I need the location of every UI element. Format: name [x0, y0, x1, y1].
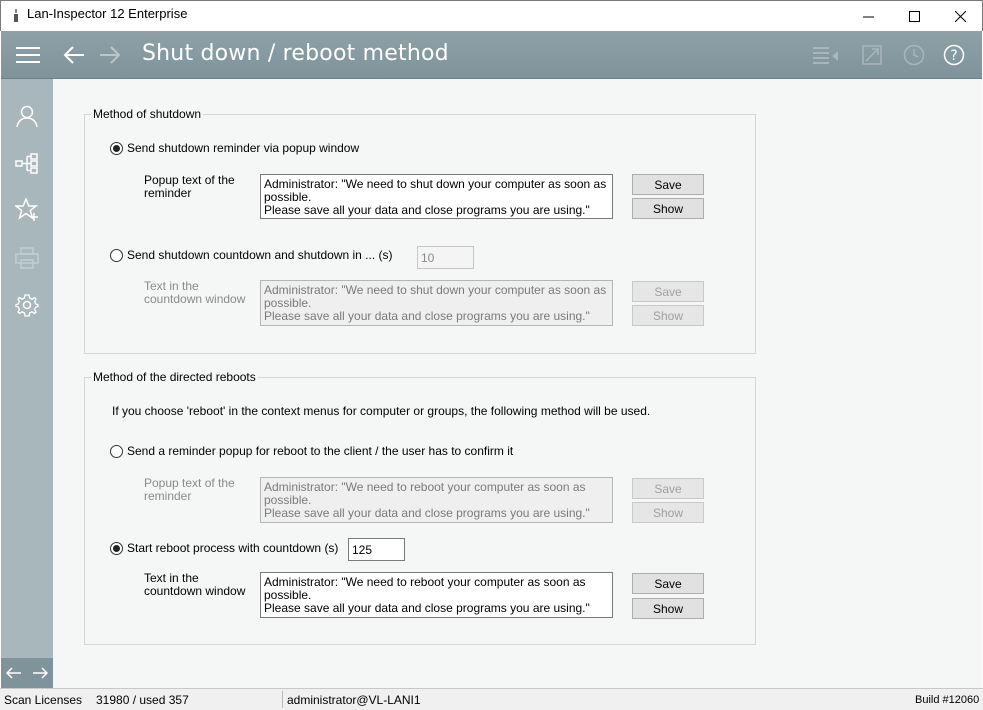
reboot-countdown-option[interactable]: Start reboot process with countdown (s) [110, 541, 338, 555]
menu-button[interactable] [15, 42, 41, 68]
minimize-icon [862, 16, 874, 17]
shutdown-popup-option[interactable]: Send shutdown reminder via popup window [110, 141, 359, 155]
export-icon [862, 45, 882, 65]
shutdown-countdown-option[interactable]: Send shutdown countdown and shutdown in … [110, 248, 393, 262]
list-view-button[interactable] [813, 42, 839, 68]
help-icon: ? [943, 44, 965, 66]
history-icon [903, 44, 925, 66]
current-user: administrator@VL-LANI1 [287, 693, 421, 707]
sidebar-item-favorites[interactable] [14, 197, 40, 223]
shutdown-popup-text-field[interactable]: Administrator: "We need to shut down you… [260, 174, 613, 219]
sidebar-item-settings[interactable] [14, 292, 40, 318]
gear-icon [15, 294, 39, 317]
licenses-value: 31980 / used 357 [96, 693, 189, 707]
menu-icon [16, 47, 40, 63]
forward-arrow-icon [100, 46, 121, 64]
reboot-info-text: If you choose 'reboot' in the context me… [112, 404, 651, 418]
history-button[interactable] [901, 42, 927, 68]
close-button[interactable] [937, 1, 983, 31]
sidebar-nav-bar [1, 658, 53, 688]
shutdown-countdown-seconds-input[interactable]: 10 [417, 246, 474, 269]
sidebar-item-print[interactable] [14, 245, 40, 271]
group-title: Method of the directed reboots [91, 370, 258, 384]
forward-button[interactable] [97, 42, 123, 68]
close-icon [954, 10, 966, 22]
printer-icon [15, 247, 39, 269]
popup-text-label: Popup text of the reminder [144, 476, 235, 503]
option-label: Send shutdown reminder via popup window [127, 141, 360, 155]
svg-text:?: ? [950, 48, 957, 64]
option-label: Start reboot process with countdown (s) [127, 541, 339, 555]
countdown-text-label: Text in the countdown window [144, 571, 246, 598]
back-arrow-icon[interactable] [6, 667, 22, 679]
export-button[interactable] [859, 42, 885, 68]
build-number: Build #12060 [915, 694, 980, 706]
reboot-countdown-seconds-input[interactable]: 125 [348, 538, 405, 561]
sidebar-item-network[interactable] [14, 151, 40, 177]
countdown-text-label: Text in the countdown window [144, 279, 246, 306]
reboot-popup-option[interactable]: Send a reminder popup for reboot to the … [110, 444, 513, 458]
header-bar: Shut down / reboot method ? [1, 31, 982, 79]
status-bar: Scan Licenses 31980 / used 357 administr… [0, 688, 983, 710]
back-arrow-icon [63, 46, 84, 64]
group-title: Method of shutdown [91, 107, 204, 121]
user-icon [16, 105, 38, 128]
radio-button[interactable] [110, 141, 123, 155]
sidebar-item-users[interactable] [14, 103, 40, 129]
page-title: Shut down / reboot method [142, 41, 449, 66]
title-bar: Lan-Inspector 12 Enterprise [0, 0, 983, 31]
shutdown-countdown-text-field[interactable]: Administrator: "We need to shut down you… [260, 280, 613, 326]
option-label: Send shutdown countdown and shutdown in … [127, 248, 393, 262]
reboot-countdown-text-field[interactable]: Administrator: "We need to reboot your c… [260, 572, 613, 618]
reboot-popup-show-button[interactable]: Show [632, 502, 704, 523]
forward-arrow-icon[interactable] [32, 667, 48, 679]
help-button[interactable]: ? [941, 42, 967, 68]
status-separator [282, 691, 283, 708]
minimize-button[interactable] [845, 1, 891, 31]
list-icon [813, 47, 838, 64]
radio-button[interactable] [110, 248, 123, 262]
reboot-popup-text-field[interactable]: Administrator: "We need to reboot your c… [260, 477, 613, 523]
star-add-icon [15, 198, 39, 221]
maximize-button[interactable] [891, 1, 937, 31]
shutdown-popup-show-button[interactable]: Show [632, 198, 704, 219]
shutdown-countdown-save-button[interactable]: Save [632, 281, 704, 302]
content-area: Method of shutdown Send shutdown reminde… [53, 79, 982, 688]
reboot-countdown-save-button[interactable]: Save [632, 573, 704, 594]
popup-text-label: Popup text of the reminder [144, 173, 235, 200]
reboot-countdown-show-button[interactable]: Show [632, 598, 704, 619]
radio-button[interactable] [110, 541, 123, 555]
shutdown-countdown-show-button[interactable]: Show [632, 305, 704, 326]
reboot-popup-save-button[interactable]: Save [632, 478, 704, 499]
radio-button[interactable] [110, 444, 123, 458]
licenses-label: Scan Licenses [4, 693, 83, 707]
sidebar [1, 79, 53, 688]
option-label: Send a reminder popup for reboot to the … [127, 444, 514, 458]
shutdown-popup-save-button[interactable]: Save [632, 174, 704, 195]
network-tree-icon [15, 153, 38, 174]
back-button[interactable] [61, 42, 87, 68]
maximize-icon [908, 10, 920, 22]
app-icon [14, 9, 18, 22]
window-title: Lan-Inspector 12 Enterprise [27, 6, 188, 21]
